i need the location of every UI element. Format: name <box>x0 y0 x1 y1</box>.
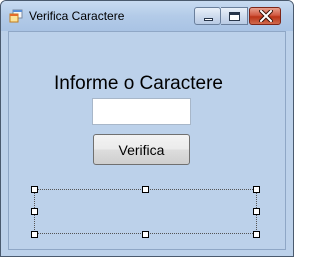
title-bar[interactable]: Verifica Caractere <box>1 1 293 31</box>
form-client-area: Informe o Caractere Verifica <box>8 31 286 250</box>
resize-handle-top[interactable] <box>142 186 149 193</box>
minimize-icon <box>204 18 213 21</box>
close-icon <box>259 10 273 22</box>
app-form-icon <box>9 9 23 23</box>
verifica-button[interactable]: Verifica <box>93 134 190 165</box>
resize-handle-bottom-right[interactable] <box>253 231 260 238</box>
resize-handle-bottom-left[interactable] <box>31 231 38 238</box>
resize-handle-right[interactable] <box>253 208 260 215</box>
informe-caractere-label: Informe o Caractere <box>54 73 223 94</box>
minimize-button[interactable] <box>194 7 221 25</box>
resize-handle-left[interactable] <box>31 208 38 215</box>
window-title: Verifica Caractere <box>29 9 125 23</box>
app-window: Verifica Caractere Informe o Caractere V… <box>0 0 294 257</box>
resize-handle-top-left[interactable] <box>31 186 38 193</box>
selected-control-outline[interactable] <box>34 189 257 234</box>
resize-handle-bottom[interactable] <box>142 231 149 238</box>
character-input[interactable] <box>92 98 191 125</box>
close-button[interactable] <box>249 7 281 25</box>
maximize-button[interactable] <box>221 7 248 25</box>
maximize-icon <box>229 12 240 21</box>
resize-handle-top-right[interactable] <box>253 186 260 193</box>
